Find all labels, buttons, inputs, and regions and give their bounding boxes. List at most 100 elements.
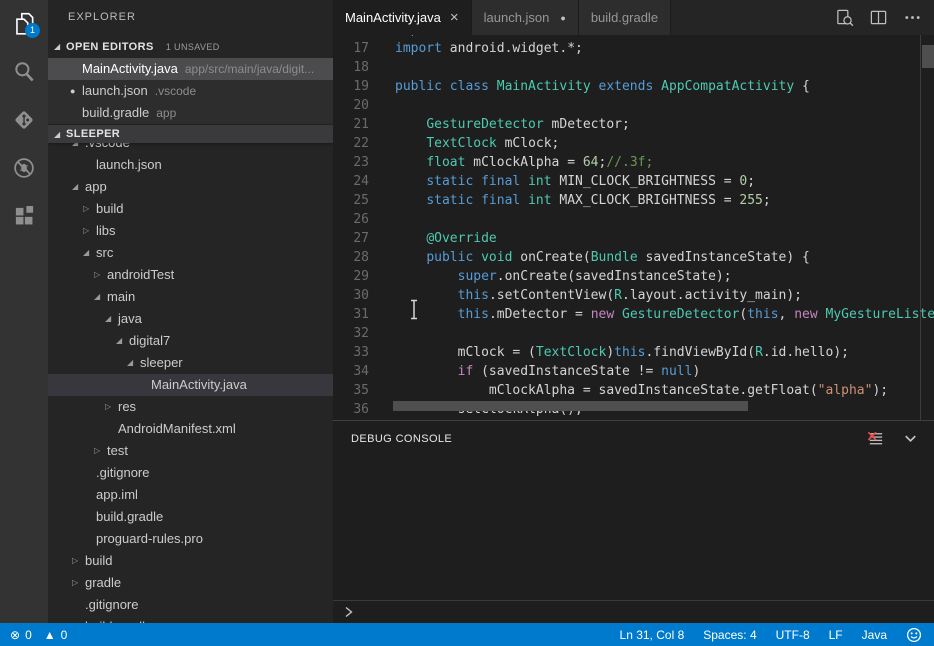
tree-item-build[interactable]: ▷build [48,550,333,572]
line-number: 34 [333,362,369,381]
status-encoding[interactable]: UTF-8 [776,628,810,642]
files-icon[interactable]: 1 [0,0,48,48]
search-icon[interactable] [0,48,48,96]
code-line-34[interactable]: 34 if (savedInstanceState != null) [333,362,934,381]
code-editor[interactable]: 16import android.view.*;17import android… [333,35,934,420]
code-line-32[interactable]: 32 [333,324,934,343]
editor-area: MainActivity.java×launch.json●build.grad… [333,0,934,420]
code-line-19[interactable]: 19public class MainActivity extends AppC… [333,77,934,96]
more-actions-icon[interactable] [903,8,922,27]
tree-item-gradle[interactable]: ▷gradle [48,572,333,594]
debug-icon[interactable] [0,144,48,192]
tree-item-res[interactable]: ▷res [48,396,333,418]
tree-item-label: sleeper [140,352,183,374]
tree-item-src[interactable]: ◢src [48,242,333,264]
tree-item-java[interactable]: ◢java [48,308,333,330]
code-line-18[interactable]: 18 [333,58,934,77]
open-preview-icon[interactable] [835,8,854,27]
tree-item-label: .gitignore [96,462,149,484]
code-line-24[interactable]: 24 static final int MIN_CLOCK_BRIGHTNESS… [333,172,934,191]
code-line-27[interactable]: 27 @Override [333,229,934,248]
status-problems[interactable]: ⊗ 0 ▲ 0 [0,628,74,642]
tree-item-label: build.gradle [96,506,163,528]
collapse-panel-icon[interactable] [901,429,920,448]
panel-title[interactable]: DEBUG CONSOLE [351,433,452,445]
code-line-28[interactable]: 28 public void onCreate(Bundle savedInst… [333,248,934,267]
vscode-window: 1 [0,0,934,646]
editor-actions [835,0,934,35]
code-line-20[interactable]: 20 [333,96,934,115]
tree-item-proguard-rules.pro[interactable]: proguard-rules.pro [48,528,333,550]
tree-item-label: res [118,396,136,418]
status-language-mode[interactable]: Java [862,628,887,642]
status-indentation[interactable]: Spaces: 4 [703,628,756,642]
tree-item-androidTest[interactable]: ▷androidTest [48,264,333,286]
close-icon[interactable]: × [450,9,459,26]
tree-item-test[interactable]: ▷test [48,440,333,462]
tree-item-label: build [85,550,112,572]
tree-item-label: src [96,242,113,264]
vertical-scrollbar[interactable] [920,35,934,420]
code-line-35[interactable]: 35 mClockAlpha = savedInstanceState.getF… [333,381,934,400]
tree-item-app[interactable]: ◢app [48,176,333,198]
code-line-33[interactable]: 33 mClock = (TextClock)this.findViewById… [333,343,934,362]
feedback-smiley-icon[interactable] [906,627,922,643]
clear-console-icon[interactable] [866,429,885,448]
tree-item-app.iml[interactable]: app.iml [48,484,333,506]
chevron-expanded-icon: ◢ [54,130,66,139]
code-line-26[interactable]: 26 [333,210,934,229]
status-bar: ⊗ 0 ▲ 0 Ln 31, Col 8 Spaces: 4 UTF-8 LF Java [0,623,934,646]
tree-item-libs[interactable]: ▷libs [48,220,333,242]
code-line-21[interactable]: 21 GestureDetector mDetector; [333,115,934,134]
line-number: 27 [333,229,369,248]
tree-item-sleeper[interactable]: ◢sleeper [48,352,333,374]
tree-item-main[interactable]: ◢main [48,286,333,308]
vertical-scrollbar-thumb[interactable] [922,45,934,68]
tree-item-build.gradle[interactable]: build.gradle [48,506,333,528]
tree-item-label: libs [96,220,116,242]
chevron-expanded-icon: ◢ [83,242,96,264]
tree-item-launch.json[interactable]: launch.json [48,154,333,176]
code-line-25[interactable]: 25 static final int MAX_CLOCK_BRIGHTNESS… [333,191,934,210]
extensions-icon[interactable] [0,192,48,240]
tree-item-build[interactable]: ▷build [48,198,333,220]
tree-item-AndroidManifest.xml[interactable]: AndroidManifest.xml [48,418,333,440]
chevron-expanded-icon: ◢ [94,286,107,308]
tab-build.gradle[interactable]: build.gradle [579,0,671,35]
horizontal-scrollbar-thumb[interactable] [393,401,748,411]
source-control-icon[interactable] [0,96,48,144]
code-line-23[interactable]: 23 float mClockAlpha = 64;//.3f; [333,153,934,172]
status-cursor-position[interactable]: Ln 31, Col 8 [620,628,685,642]
mouse-ibeam-cursor [409,299,420,326]
tree-item-MainActivity.java[interactable]: MainActivity.java [48,374,333,396]
tabs: MainActivity.java×launch.json●build.grad… [333,0,671,35]
code-line-22[interactable]: 22 TextClock mClock; [333,134,934,153]
line-number: 32 [333,324,369,343]
tree-item-digital7[interactable]: ◢digital7 [48,330,333,352]
code-line-30[interactable]: 30 this.setContentView(R.layout.activity… [333,286,934,305]
tree-item-build.gradle[interactable]: build.gradle [48,616,333,623]
status-eol[interactable]: LF [829,628,843,642]
chevron-expanded-icon: ◢ [72,176,85,198]
tab-MainActivity.java[interactable]: MainActivity.java× [333,0,472,35]
line-number: 25 [333,191,369,210]
errors-count: 0 [25,628,32,642]
code-line-17[interactable]: 17import android.widget.*; [333,39,934,58]
chevron-expanded-icon: ◢ [127,352,140,374]
split-editor-icon[interactable] [869,8,888,27]
console-prompt-icon [342,605,356,619]
code-line-31[interactable]: 31 this.mDetector = new GestureDetector(… [333,305,934,324]
tree-section-header[interactable]: ◢ SLEEPER [48,125,333,143]
tab-bar: MainActivity.java×launch.json●build.grad… [333,0,934,35]
tree-item-.gitignore[interactable]: .gitignore [48,462,333,484]
debug-console-input[interactable] [333,600,934,623]
dirty-dot-icon: ● [560,13,565,23]
tree-item-label: build [96,198,123,220]
debug-console-panel: DEBUG CONSOLE [333,420,934,623]
tree-item-label: app [85,176,107,198]
tab-launch.json[interactable]: launch.json● [472,0,579,35]
tree-item-.gitignore[interactable]: .gitignore [48,594,333,616]
line-number: 21 [333,115,369,134]
code-line-29[interactable]: 29 super.onCreate(savedInstanceState); [333,267,934,286]
tree-item-label: MainActivity.java [151,374,247,396]
